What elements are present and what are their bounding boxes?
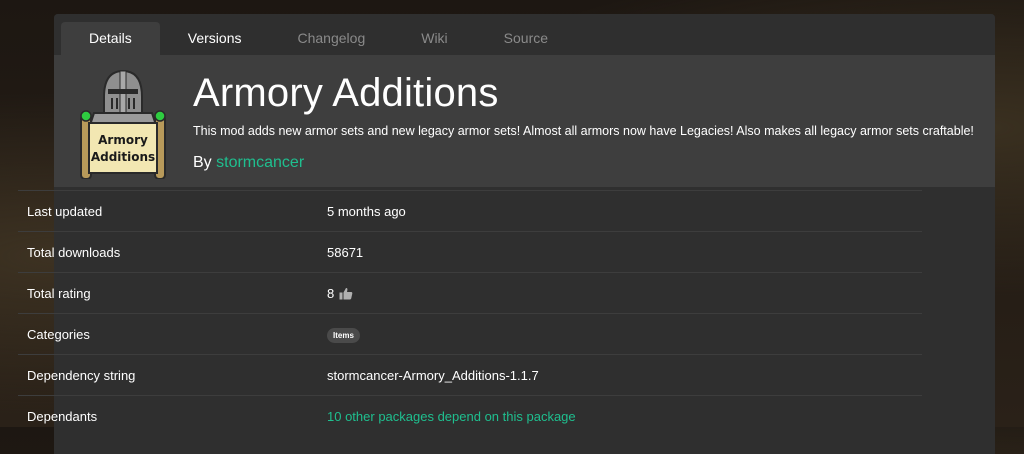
detail-row-rating: Total rating 8	[18, 272, 922, 313]
dependants-link[interactable]: 10 other packages depend on this package	[327, 409, 576, 424]
package-byline: By stormcancer	[193, 154, 304, 172]
logo-text-line2: Additions	[91, 150, 155, 164]
tab-details[interactable]: Details	[61, 22, 160, 55]
thumbs-up-icon[interactable]	[339, 287, 353, 300]
dependency-value[interactable]: stormcancer-Armory_Additions-1.1.7	[327, 368, 539, 383]
category-badge[interactable]: Items	[327, 328, 360, 343]
dependency-label: Dependency string	[27, 368, 136, 383]
rating-container: 8	[327, 286, 353, 301]
tab-wiki[interactable]: Wiki	[393, 22, 475, 55]
package-header: Armory Additions Armory Additions This m…	[54, 55, 995, 187]
last-updated-label: Last updated	[27, 204, 103, 219]
knight-helmet-icon	[88, 69, 158, 126]
package-description: This mod adds new armor sets and new leg…	[193, 124, 974, 138]
detail-row-last-updated: Last updated 5 months ago	[18, 190, 922, 231]
author-link[interactable]: stormcancer	[216, 154, 304, 171]
categories-label: Categories	[27, 327, 90, 342]
detail-row-categories: Categories Items	[18, 313, 922, 354]
dependants-label: Dependants	[27, 409, 98, 424]
downloads-label: Total downloads	[27, 245, 121, 260]
by-label: By	[193, 154, 212, 171]
tab-source[interactable]: Source	[476, 22, 576, 55]
last-updated-value: 5 months ago	[327, 204, 406, 219]
tab-versions[interactable]: Versions	[160, 22, 270, 55]
downloads-value: 58671	[327, 245, 364, 260]
rating-label: Total rating	[27, 286, 91, 301]
detail-row-dependency: Dependency string stormcancer-Armory_Add…	[18, 354, 922, 395]
detail-row-dependants: Dependants 10 other packages depend on t…	[18, 395, 922, 436]
package-title: Armory Additions	[193, 71, 499, 115]
package-logo-icon: Armory Additions	[80, 69, 166, 179]
detail-row-downloads: Total downloads 58671	[18, 231, 922, 272]
tab-changelog[interactable]: Changelog	[270, 22, 394, 55]
logo-text-line1: Armory	[98, 133, 148, 147]
rating-value: 8	[327, 286, 335, 301]
categories-value: Items	[327, 327, 360, 343]
details-table: Last updated 5 months ago Total download…	[18, 190, 922, 436]
tab-bar: Details Versions Changelog Wiki Source	[54, 14, 995, 55]
